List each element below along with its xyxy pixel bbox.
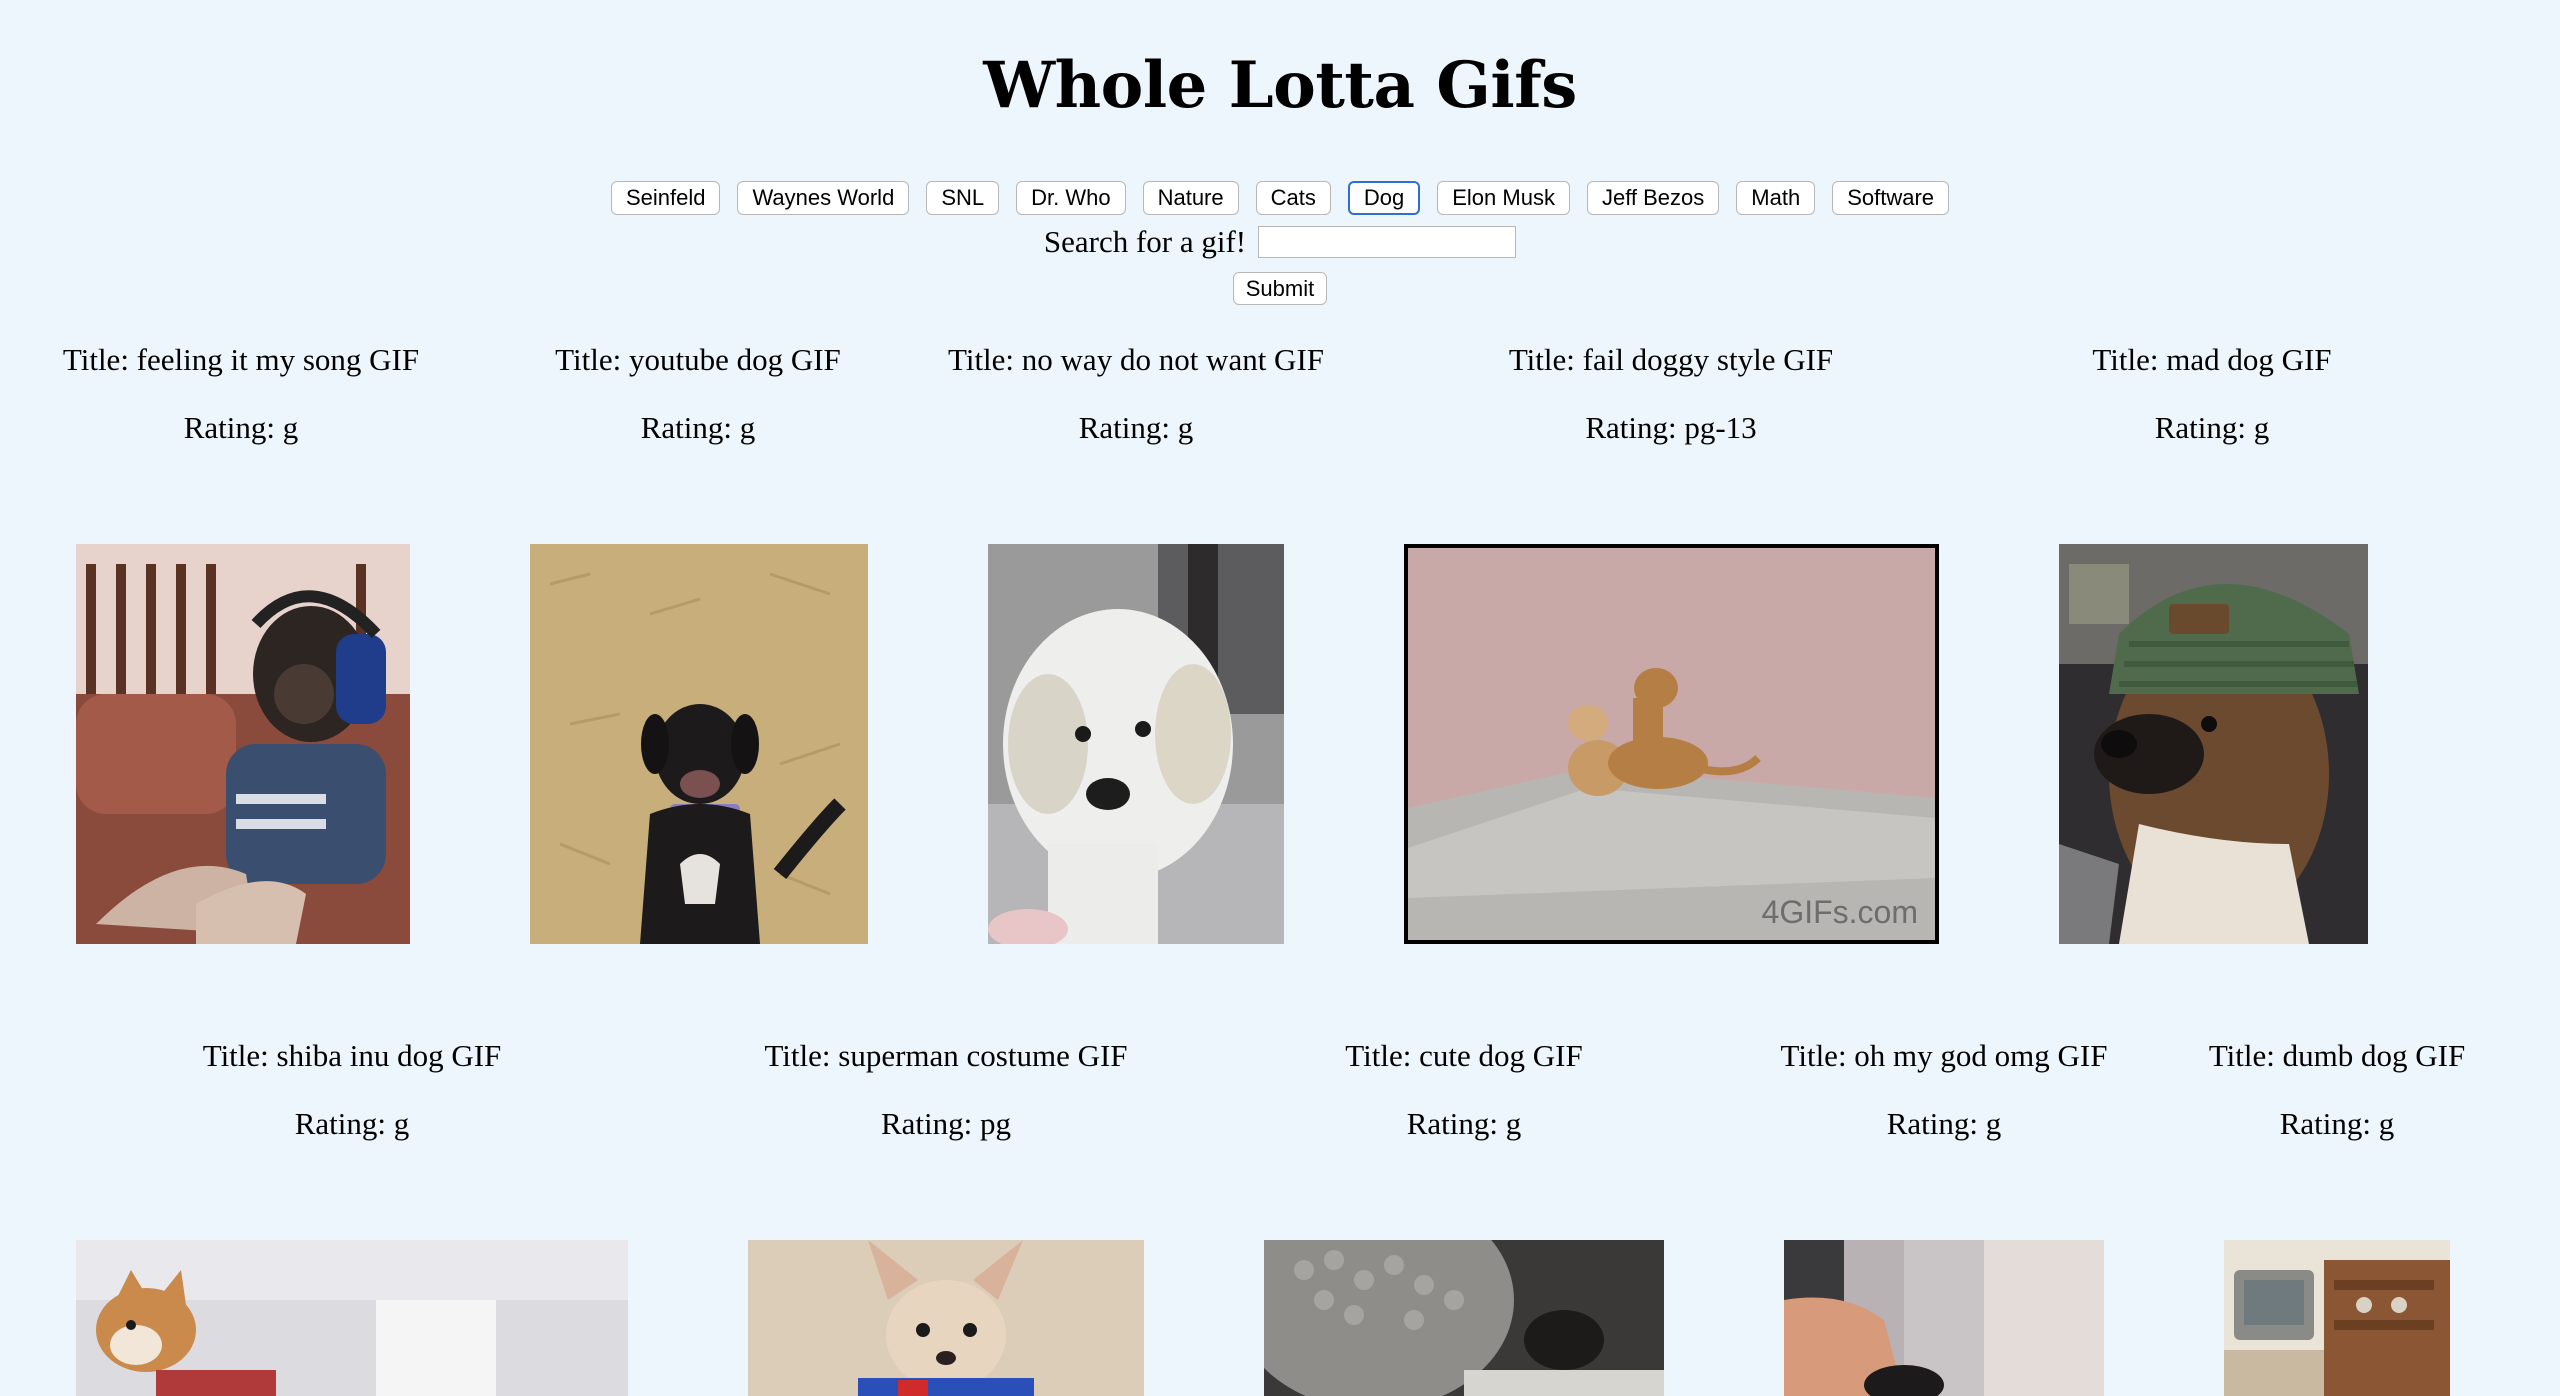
search-row: Search for a gif! (0, 224, 2560, 260)
topic-button-cats[interactable]: Cats (1255, 181, 1331, 215)
search-label: Search for a gif! (1043, 224, 1247, 259)
gif-image-oh-my-god[interactable] (1784, 1240, 2104, 1396)
gif-rating: Rating: g (2154, 410, 2270, 445)
gif-title: Title: fail doggy style GIF (1508, 342, 1834, 377)
gif-rating: Rating: g (2279, 1106, 2395, 1141)
gif-title: Title: feeling it my song GIF (62, 342, 420, 377)
gif-rating: Rating: pg (880, 1106, 1012, 1141)
gif-image-dog-beanie[interactable] (2059, 544, 2368, 944)
topic-button-elon-musk[interactable]: Elon Musk (1437, 181, 1570, 215)
gif-title: Title: oh my god omg GIF (1780, 1038, 2108, 1073)
gif-rating: Rating: g (294, 1106, 410, 1141)
gif-title: Title: dumb dog GIF (2208, 1038, 2466, 1073)
gif-title: Title: youtube dog GIF (555, 342, 841, 377)
gif-watermark: 4GIFs.com (1762, 894, 1918, 930)
gif-rating: Rating: g (1078, 410, 1194, 445)
topic-button-seinfeld[interactable]: Seinfeld (610, 181, 721, 215)
page-title: Whole Lotta Gifs (983, 48, 1577, 123)
gif-title: Title: shiba inu dog GIF (202, 1038, 502, 1073)
gif-image-cute-dog[interactable] (1264, 1240, 1664, 1396)
gif-title: Title: mad dog GIF (2092, 342, 2332, 377)
gif-rating: Rating: pg-13 (1585, 410, 1757, 445)
gif-image-two-dogs[interactable]: 4GIFs.com (1404, 544, 1939, 944)
gif-rating: Rating: g (183, 410, 299, 445)
submit-button[interactable]: Submit (1232, 272, 1328, 305)
topic-button-bar: Seinfeld Waynes World SNL Dr. Who Nature… (0, 181, 2560, 215)
topic-button-math[interactable]: Math (1736, 181, 1816, 215)
gif-title: Title: no way do not want GIF (947, 342, 1325, 377)
topic-button-nature[interactable]: Nature (1142, 181, 1239, 215)
gif-title: Title: superman costume GIF (764, 1038, 1128, 1073)
gif-image-black-dog-grass[interactable] (530, 544, 868, 944)
gif-title: Title: cute dog GIF (1345, 1038, 1583, 1073)
topic-button-waynes-world[interactable]: Waynes World (737, 181, 910, 215)
gif-image-dumb-dog[interactable] (2224, 1240, 2450, 1396)
gif-rating: Rating: g (1886, 1106, 2002, 1141)
topic-button-jeff-bezos[interactable]: Jeff Bezos (1586, 181, 1720, 215)
gif-rating: Rating: g (640, 410, 756, 445)
gif-image-shiba-inu[interactable] (76, 1240, 628, 1396)
topic-button-software[interactable]: Software (1832, 181, 1950, 215)
submit-row: Submit (0, 272, 2560, 305)
gif-image-pug-headphones[interactable] (76, 544, 410, 944)
gif-image-chihuahua-superman[interactable] (748, 1240, 1144, 1396)
topic-button-snl[interactable]: SNL (926, 181, 1000, 215)
gif-image-white-puppy[interactable] (988, 544, 1284, 944)
gif-rating: Rating: g (1406, 1106, 1522, 1141)
search-input[interactable] (1258, 226, 1517, 258)
topic-button-dog[interactable]: Dog (1347, 181, 1421, 215)
topic-button-dr-who[interactable]: Dr. Who (1016, 181, 1126, 215)
